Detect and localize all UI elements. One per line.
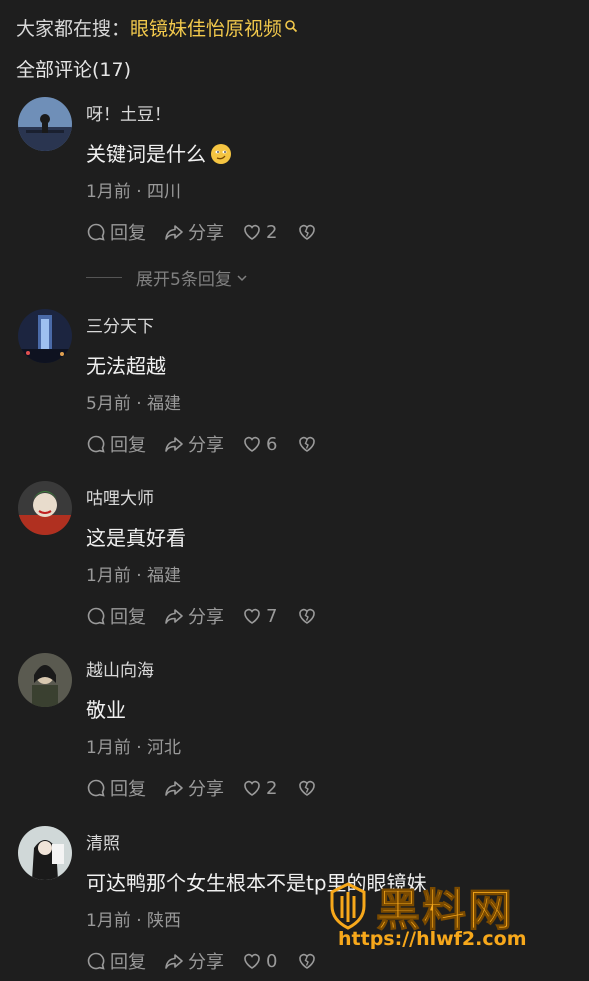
comment-username[interactable]: 清照 <box>86 829 120 854</box>
comment-text: 关键词是什么 <box>86 138 232 167</box>
comment-bubble-icon <box>87 952 105 970</box>
share-label: 分享 <box>188 435 224 456</box>
comment-username[interactable]: 越山向海 <box>86 656 154 681</box>
comment-actions: 回复 分享 2 <box>86 219 339 245</box>
reply-button[interactable]: 回复 <box>86 775 146 801</box>
comment-text: 敬业 <box>86 698 126 722</box>
comment-meta: 1月前 · 四川 <box>86 182 182 202</box>
comment-actions: 回复 分享 7 <box>86 603 339 629</box>
share-arrow-icon <box>165 437 183 452</box>
like-button[interactable]: 7 <box>242 606 277 627</box>
comment-meta: 1月前 · 陕西 <box>86 911 182 931</box>
like-count: 6 <box>266 433 278 455</box>
broken-heart-icon <box>299 780 316 796</box>
chevron-down-icon <box>237 274 247 281</box>
comment-bubble-icon <box>87 779 105 797</box>
share-label: 分享 <box>188 952 224 973</box>
share-arrow-icon <box>165 781 183 796</box>
comment-text: 无法超越 <box>86 354 166 378</box>
comment-bubble-icon <box>87 435 105 453</box>
like-count: 0 <box>266 950 278 972</box>
search-prefix: 大家都在搜： <box>16 18 131 40</box>
comment-actions: 回复 分享 2 <box>86 775 339 801</box>
reply-button[interactable]: 回复 <box>86 603 146 629</box>
comment-meta: 5月前 · 福建 <box>86 394 182 414</box>
like-count: 2 <box>266 777 278 799</box>
reply-button[interactable]: 回复 <box>86 948 146 974</box>
dislike-button[interactable] <box>297 222 321 242</box>
share-button[interactable]: 分享 <box>164 431 224 457</box>
heart-icon <box>244 436 260 452</box>
comment-text-content: 关键词是什么 <box>86 142 206 166</box>
share-button[interactable]: 分享 <box>164 603 224 629</box>
like-button[interactable]: 0 <box>242 951 277 972</box>
reply-label: 回复 <box>110 607 146 628</box>
expand-replies-button[interactable]: 展开5条回复 <box>86 265 248 290</box>
dislike-button[interactable] <box>297 434 321 454</box>
search-icon <box>284 16 298 32</box>
broken-heart-icon <box>299 224 316 240</box>
reply-button[interactable]: 回复 <box>86 431 146 457</box>
broken-heart-icon <box>299 608 316 624</box>
share-arrow-icon <box>165 954 183 969</box>
comment-username[interactable]: 咕哩大师 <box>86 484 154 509</box>
heart-icon <box>244 780 260 796</box>
like-button[interactable]: 2 <box>242 778 277 799</box>
watermark-url: https://hlwf2.com <box>338 928 527 950</box>
avatar[interactable] <box>18 481 72 535</box>
broken-heart-icon <box>299 436 316 452</box>
reply-button[interactable]: 回复 <box>86 219 146 245</box>
comment-bubble-icon <box>87 223 105 241</box>
share-arrow-icon <box>165 609 183 624</box>
share-arrow-icon <box>165 225 183 240</box>
comment-meta: 1月前 · 福建 <box>86 566 182 586</box>
reply-label: 回复 <box>110 223 146 244</box>
share-button[interactable]: 分享 <box>164 219 224 245</box>
avatar[interactable] <box>18 826 72 880</box>
share-label: 分享 <box>188 607 224 628</box>
watermark: 黑料网 https://hlwf2.com <box>320 870 580 960</box>
comment-username[interactable]: 三分天下 <box>86 312 154 337</box>
expand-divider <box>86 277 122 278</box>
like-button[interactable]: 2 <box>242 222 277 243</box>
search-term-link[interactable]: 眼镜妹佳怡原视频 <box>130 14 282 41</box>
expand-replies-label: 展开5条回复 <box>136 270 232 290</box>
reply-label: 回复 <box>110 952 146 973</box>
comments-count-heading: 全部评论(17) <box>16 59 132 81</box>
avatar[interactable] <box>18 97 72 151</box>
smirk-emoji-icon <box>210 143 232 165</box>
search-suggestion[interactable]: 大家都在搜： 眼镜妹佳怡原视频 <box>16 14 298 41</box>
like-count: 7 <box>266 605 278 627</box>
avatar[interactable] <box>18 653 72 707</box>
reply-label: 回复 <box>110 435 146 456</box>
comment-username[interactable]: 呀！土豆！ <box>86 100 171 125</box>
dislike-button[interactable] <box>297 778 321 798</box>
watermark-logo-icon <box>330 882 366 930</box>
heart-icon <box>244 608 260 624</box>
comment-bubble-icon <box>87 607 105 625</box>
reply-label: 回复 <box>110 779 146 800</box>
dislike-button[interactable] <box>297 951 321 971</box>
share-button[interactable]: 分享 <box>164 948 224 974</box>
comment-text: 这是真好看 <box>86 526 186 550</box>
share-button[interactable]: 分享 <box>164 775 224 801</box>
like-count: 2 <box>266 221 278 243</box>
share-label: 分享 <box>188 779 224 800</box>
like-button[interactable]: 6 <box>242 434 277 455</box>
heart-icon <box>244 953 260 969</box>
dislike-button[interactable] <box>297 606 321 626</box>
comment-actions: 回复 分享 0 <box>86 948 339 974</box>
comment-actions: 回复 分享 6 <box>86 431 339 457</box>
comment-meta: 1月前 · 河北 <box>86 738 182 758</box>
broken-heart-icon <box>299 953 316 969</box>
avatar[interactable] <box>18 309 72 363</box>
heart-icon <box>244 224 260 240</box>
share-label: 分享 <box>188 223 224 244</box>
